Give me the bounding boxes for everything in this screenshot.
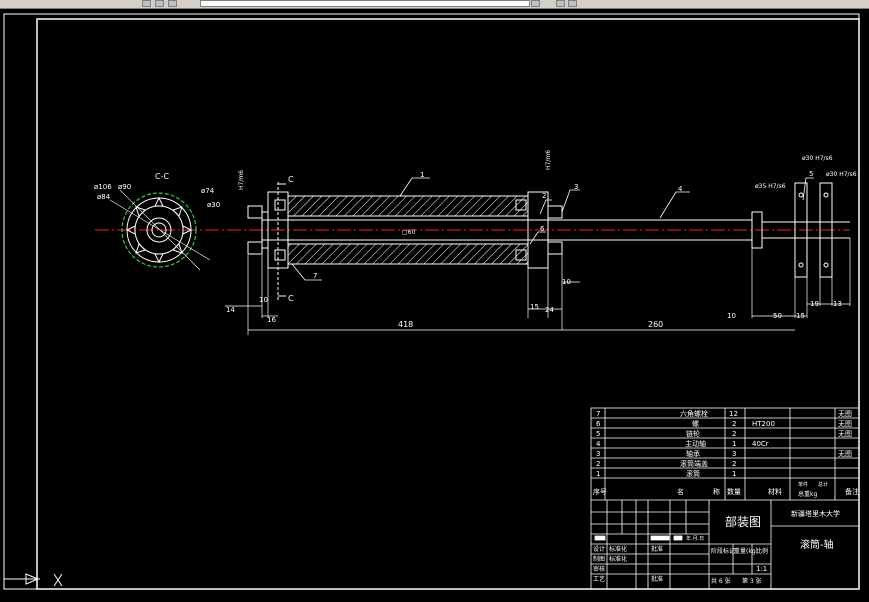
assembly-title: 部装图: [725, 514, 761, 529]
dim-d84: ø84: [97, 193, 111, 201]
part-row-qty: 12: [729, 410, 738, 418]
part-row-name: 轴承: [686, 449, 700, 458]
dim-d106: ø106: [94, 183, 112, 191]
label-draw: 制图: [593, 555, 605, 563]
part-row-no: 1: [596, 470, 600, 478]
dim-15-mid: 15: [530, 303, 539, 311]
inner-border: [36, 18, 860, 590]
fit-label-d30-a: ø30 H7/s6: [802, 155, 833, 162]
callout-6: 6: [540, 225, 545, 233]
part-row-name: 链轮: [686, 429, 700, 438]
section-label: C-C: [155, 172, 169, 181]
dim-d30: ø30: [207, 201, 220, 209]
dim-13: 13: [833, 300, 842, 308]
callout-leaders: [291, 177, 814, 281]
callout-5: 5: [809, 170, 813, 178]
dim-10-left: 10: [259, 296, 268, 304]
title-block: [590, 407, 860, 590]
ucs-icon: [4, 573, 63, 587]
section-mark-top: C: [288, 175, 294, 184]
fit-label-mid: H7/m6: [545, 150, 552, 170]
dim-418: 418: [398, 320, 413, 329]
dim-24: 24: [545, 306, 554, 314]
callout-2: 2: [542, 192, 546, 200]
fit-label-left: H7/m6: [238, 170, 245, 190]
dim-10-right: 10: [727, 312, 736, 320]
scale-value: 1:1: [756, 565, 767, 573]
part-row-no: 5: [596, 430, 600, 438]
sheet-count: 共 6 张: [711, 577, 731, 585]
label-stage: 阶段标记: [711, 547, 735, 555]
section-view-c-c: C-C ø106 ø90 ø84 ø74 ø30: [94, 172, 220, 271]
part-row-qty: 2: [732, 460, 736, 468]
part-row-no: 2: [596, 460, 600, 468]
label-design: 设计: [593, 545, 605, 553]
callout-4: 4: [678, 185, 683, 193]
part-row-qty: 1: [732, 440, 736, 448]
label-approve-2: 批准: [651, 575, 663, 583]
dim-14: 14: [226, 306, 235, 314]
callout-3: 3: [574, 183, 578, 191]
header-note: 备注: [845, 487, 859, 496]
part-row-qty: 3: [732, 450, 736, 458]
label-standard: 标准化: [609, 545, 627, 553]
fit-label-d30-b: ø30 H7/s6: [826, 171, 857, 178]
dim-260: 260: [648, 320, 663, 329]
header-code: 称: [713, 487, 720, 496]
header-qty: 数量: [727, 487, 741, 496]
dim-15-right: 15: [796, 312, 805, 320]
part-row-name: 螺: [692, 419, 699, 428]
drawing-name: 滚筒-轴: [800, 538, 834, 551]
dim-10-mid: 10: [562, 278, 571, 286]
part-row-no: 6: [596, 420, 601, 428]
part-row-qty: 1: [732, 470, 736, 478]
cad-drawing-canvas[interactable]: C-C ø106 ø90 ø84 ø74 ø30 C C □60 1 2 3 4…: [0, 0, 869, 602]
header-weight: 总重kg: [798, 490, 817, 498]
part-row-name: 六角螺栓: [680, 409, 708, 418]
section-mark-bottom: C: [288, 294, 294, 303]
dim-19: 19: [810, 300, 819, 308]
label-process: 工艺: [593, 575, 605, 583]
part-row-no: 4: [596, 440, 601, 448]
dim-d74: ø74: [201, 187, 215, 195]
label-date: 年.月.日: [686, 535, 704, 542]
dim-50: 50: [773, 312, 782, 320]
parts-list: 7 六角螺栓 12 无图 6 螺 2 HT200 无图 5 链轮 2 无图 4 …: [593, 409, 859, 498]
label-standard-2: 标准化: [609, 555, 627, 563]
dim-square-60: □60: [402, 229, 415, 236]
part-row-name: 主动轴: [685, 439, 706, 448]
label-weight: 重量(kg): [734, 547, 758, 555]
part-row-no: 7: [596, 410, 600, 418]
label-scale: 比例: [756, 547, 768, 555]
part-row-note: 无图: [838, 410, 852, 418]
sheet-number: 第 3 张: [742, 577, 762, 585]
part-row-no: 3: [596, 450, 600, 458]
dim-16: 16: [267, 316, 276, 324]
callout-7: 7: [313, 272, 317, 280]
part-row-note: 无图: [838, 420, 852, 428]
part-row-qty: 2: [732, 430, 736, 438]
fit-label-d35: ø35 H7/s6: [755, 183, 786, 190]
header-unit-single: 单件: [798, 481, 808, 488]
callout-1: 1: [420, 171, 424, 179]
part-row-name: 滚筒端盖: [680, 459, 708, 468]
label-approve: 批准: [651, 545, 663, 553]
header-unit-total: 总计: [818, 481, 828, 488]
header-material: 材料: [768, 487, 782, 496]
part-row-note: 无图: [838, 450, 852, 458]
part-row-material: 40Cr: [752, 440, 769, 448]
outer-border: [3, 13, 860, 590]
part-row-name: 滚筒: [686, 469, 700, 478]
part-row-qty: 2: [732, 420, 736, 428]
header-name: 名: [677, 487, 684, 496]
label-check: 审核: [593, 565, 605, 573]
dim-d90: ø90: [118, 183, 131, 191]
header-no: 序号: [593, 487, 607, 496]
part-row-note: 无图: [838, 430, 852, 438]
school-name: 新疆塔里木大学: [791, 509, 840, 518]
part-row-material: HT200: [752, 420, 775, 428]
